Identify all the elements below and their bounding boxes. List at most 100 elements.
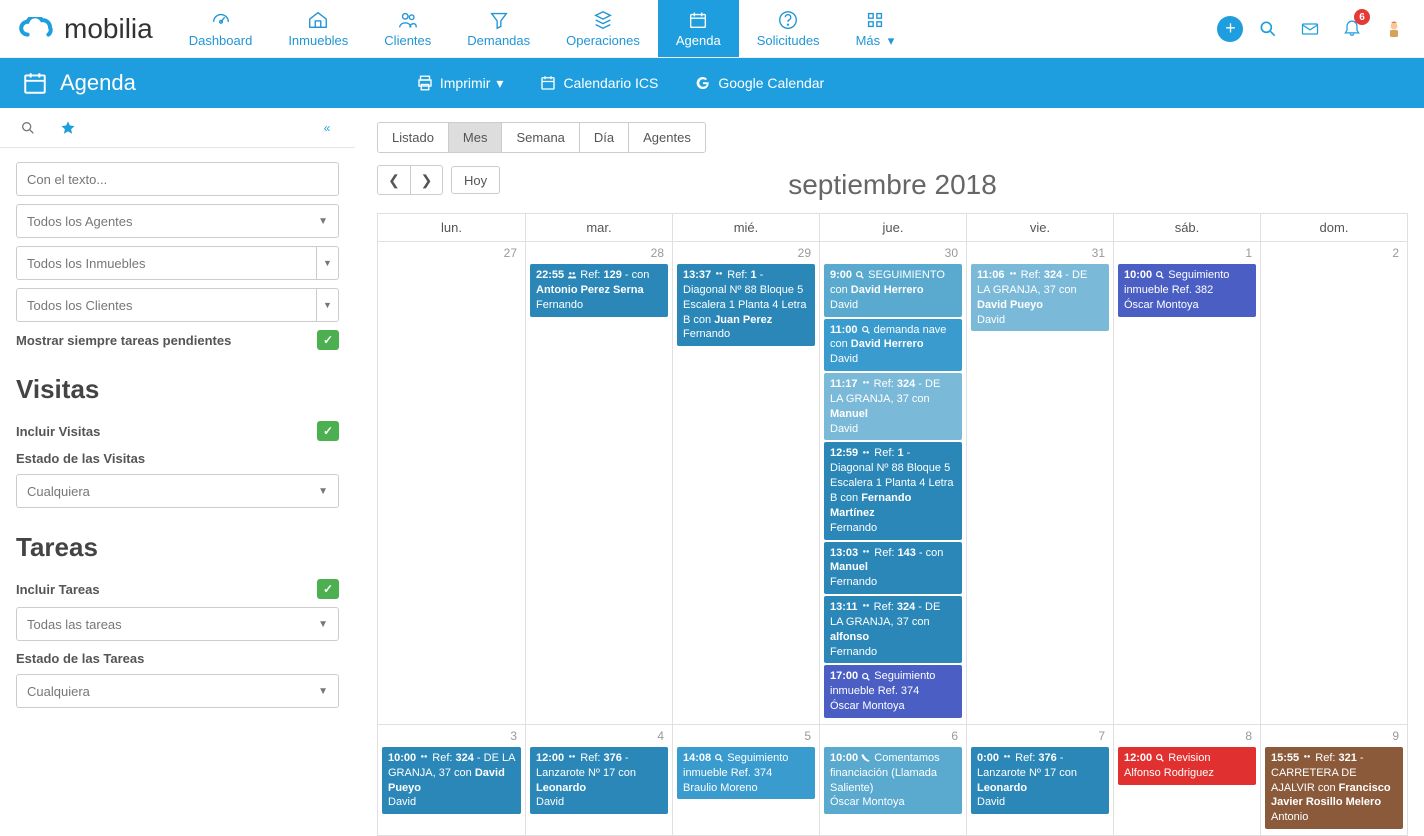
search-icon[interactable]	[1258, 19, 1278, 39]
calendar-event[interactable]: 10:00 Comentamos financiación (Llamada S…	[824, 747, 962, 814]
print-button[interactable]: Imprimir ▾	[416, 74, 504, 92]
nav-agenda[interactable]: Agenda	[658, 0, 739, 57]
page-title: Agenda	[22, 70, 136, 96]
day-cell[interactable]: 31 11:06 Ref: 324 - DE LA GRANJA, 37 con…	[966, 241, 1113, 724]
day-cell[interactable]: 5 14:08 Seguimiento inmueble Ref. 374Bra…	[672, 724, 819, 835]
calendar-ics-button[interactable]: Calendario ICS	[539, 74, 658, 92]
day-cell[interactable]: 9 15:55 Ref: 321 - CARRETERA DE AJALVIR …	[1260, 724, 1407, 835]
next-month-button[interactable]: ❯	[410, 166, 442, 194]
calendar-event[interactable]: 11:00 demanda nave con David HerreroDavi…	[824, 319, 962, 372]
viewtab-agentes[interactable]: Agentes	[628, 123, 705, 152]
google-calendar-button[interactable]: Google Calendar	[694, 74, 824, 92]
search-icon	[20, 120, 36, 136]
viewtab-listado[interactable]: Listado	[378, 123, 448, 152]
calendar-event[interactable]: 22:55 Ref: 129 - con Antonio Perez Serna…	[530, 264, 668, 317]
brand-logo[interactable]: mobilia	[0, 0, 171, 57]
day-cell[interactable]: 2	[1260, 241, 1407, 724]
notifications[interactable]: 6	[1342, 17, 1362, 40]
nav-solicitudes[interactable]: Solicitudes	[739, 0, 838, 57]
weekday: mié.	[672, 214, 819, 241]
estado-tareas-select[interactable]: Cualquiera▼	[16, 674, 339, 708]
viewtab-mes[interactable]: Mes	[448, 123, 502, 152]
day-cell[interactable]: 3 10:00 Ref: 324 - DE LA GRANJA, 37 con …	[378, 724, 525, 835]
calendar-event[interactable]: 11:06 Ref: 324 - DE LA GRANJA, 37 con Da…	[971, 264, 1109, 331]
calendar-event[interactable]: 14:08 Seguimiento inmueble Ref. 374Braul…	[677, 747, 815, 800]
calendar-event[interactable]: 11:17 Ref: 324 - DE LA GRANJA, 37 con Ma…	[824, 373, 962, 440]
nav-inmuebles[interactable]: Inmuebles	[270, 0, 366, 57]
weekday: jue.	[819, 214, 966, 241]
calendar-event[interactable]: 10:00 Seguimiento inmueble Ref. 382Óscar…	[1118, 264, 1256, 317]
nav-mas[interactable]: Más ▾	[838, 0, 913, 57]
people-icon	[714, 270, 724, 280]
day-cell[interactable]: 4 12:00 Ref: 376 - Lanzarote Nº 17 con L…	[525, 724, 672, 835]
day-cell[interactable]: 8 12:00 RevisionAlfonso Rodriguez	[1113, 724, 1260, 835]
sidebar-collapse[interactable]: «	[307, 109, 347, 147]
nav-dashboard[interactable]: Dashboard	[171, 0, 271, 57]
search-input[interactable]	[16, 162, 339, 196]
people-icon	[861, 548, 871, 558]
agents-select[interactable]: Todos los Agentes▼	[16, 204, 339, 238]
clientes-select[interactable]: Todos los Clientes▼	[16, 288, 339, 322]
chevron-down-icon: ▼	[318, 486, 328, 497]
weekday: vie.	[966, 214, 1113, 241]
calendar-event[interactable]: 12:00 Ref: 376 - Lanzarote Nº 17 con Leo…	[530, 747, 668, 814]
month-grid: lun. mar. mié. jue. vie. sáb. dom. 27 28…	[377, 213, 1408, 836]
day-cell[interactable]: 29 13:37 Ref: 1 - Diagonal Nº 88 Bloque …	[672, 241, 819, 724]
add-button[interactable]: +	[1217, 16, 1243, 42]
calendar-event[interactable]: 9:00 SEGUIMIENTO con David HerreroDavid	[824, 264, 962, 317]
chevron-down-icon: ▾	[496, 75, 503, 92]
calendar-event[interactable]: 0:00 Ref: 376 - Lanzarote Nº 17 con Leon…	[971, 747, 1109, 814]
nav-label: Dashboard	[189, 33, 253, 48]
calendar-event[interactable]: 13:37 Ref: 1 - Diagonal Nº 88 Bloque 5 E…	[677, 264, 815, 346]
incluir-visitas-toggle[interactable]: ✓	[317, 421, 339, 441]
incluir-tareas-toggle[interactable]: ✓	[317, 579, 339, 599]
viewtab-semana[interactable]: Semana	[501, 123, 578, 152]
calendar-event[interactable]: 10:00 Ref: 324 - DE LA GRANJA, 37 con Da…	[382, 747, 521, 814]
brand-text: mobilia	[64, 13, 153, 45]
people-icon	[567, 270, 577, 280]
calendar-event[interactable]: 12:59 Ref: 1 - Diagonal Nº 88 Bloque 5 E…	[824, 442, 962, 539]
nav-demandas[interactable]: Demandas	[449, 0, 548, 57]
calendar-event[interactable]: 17:00 Seguimiento inmueble Ref. 374Óscar…	[824, 665, 962, 718]
estado-visitas-select[interactable]: Cualquiera▼	[16, 474, 339, 508]
day-cell[interactable]: 30 9:00 SEGUIMIENTO con David HerreroDav…	[819, 241, 966, 724]
estado-visitas-label: Estado de las Visitas	[16, 451, 339, 466]
user-avatar[interactable]	[1384, 19, 1404, 39]
day-cell[interactable]: 7 0:00 Ref: 376 - Lanzarote Nº 17 con Le…	[966, 724, 1113, 835]
pending-toggle[interactable]: ✓	[317, 330, 339, 350]
month-title: septiembre 2018	[377, 169, 1408, 201]
calendar-event[interactable]: 12:00 RevisionAlfonso Rodriguez	[1118, 747, 1256, 785]
viewtab-dia[interactable]: Día	[579, 123, 628, 152]
calendar-event[interactable]: 13:11 Ref: 324 - DE LA GRANJA, 37 con al…	[824, 596, 962, 663]
nav-clientes[interactable]: Clientes	[366, 0, 449, 57]
calendar-icon	[539, 74, 557, 92]
prev-month-button[interactable]: ❮	[378, 166, 410, 194]
pending-label: Mostrar siempre tareas pendientes	[16, 333, 231, 348]
cloud-icon	[18, 17, 58, 41]
calendar-event[interactable]: 15:55 Ref: 321 - CARRETERA DE AJALVIR co…	[1265, 747, 1403, 829]
zoom-icon	[861, 325, 871, 335]
today-button[interactable]: Hoy	[451, 166, 500, 194]
calendar-icon	[22, 70, 48, 96]
calendar-event[interactable]: 13:03 Ref: 143 - con ManuelFernando	[824, 542, 962, 595]
nav-operaciones[interactable]: Operaciones	[548, 0, 658, 57]
nav-label: Inmuebles	[288, 33, 348, 48]
weekday-header: lun. mar. mié. jue. vie. sáb. dom.	[378, 213, 1407, 241]
people-icon	[861, 379, 871, 389]
day-cell[interactable]: 27	[378, 241, 525, 724]
filter-sidebar: « Todos los Agentes▼ Todos los Inmuebles…	[0, 108, 355, 836]
nav-label: Solicitudes	[757, 33, 820, 48]
day-cell[interactable]: 1 10:00 Seguimiento inmueble Ref. 382Ósc…	[1113, 241, 1260, 724]
mail-icon[interactable]	[1300, 19, 1320, 39]
sidebar-tab-search[interactable]	[8, 109, 48, 147]
people-icon	[1002, 753, 1012, 763]
day-cell[interactable]: 6 10:00 Comentamos financiación (Llamada…	[819, 724, 966, 835]
inmuebles-select[interactable]: Todos los Inmuebles▼	[16, 246, 339, 280]
sidebar-tab-star[interactable]	[48, 109, 88, 147]
weekday: dom.	[1260, 214, 1407, 241]
people-icon	[397, 9, 419, 31]
weekday: lun.	[378, 214, 525, 241]
zoom-icon	[861, 672, 871, 682]
todas-tareas-select[interactable]: Todas las tareas▼	[16, 607, 339, 641]
day-cell[interactable]: 28 22:55 Ref: 129 - con Antonio Perez Se…	[525, 241, 672, 724]
